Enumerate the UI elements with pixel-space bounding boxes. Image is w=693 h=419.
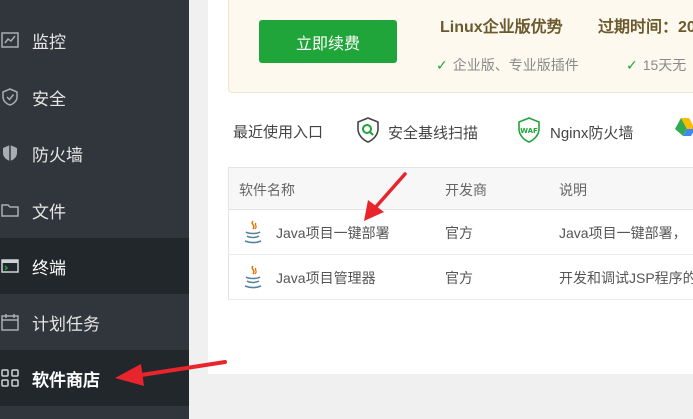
advantages-title: Linux企业版优势 xyxy=(440,19,563,36)
software-vendor: 官方 xyxy=(445,225,473,241)
calendar-icon xyxy=(0,312,20,332)
column-header-description[interactable]: 说明 xyxy=(559,180,587,200)
software-vendor: 官方 xyxy=(445,270,473,286)
sidebar-item-monitor[interactable]: 监控 xyxy=(0,12,189,68)
software-table: 软件名称 开发商 说明 Java项目一键部署 官方 Java项目一键部署， Ja… xyxy=(228,167,693,300)
terminal-icon xyxy=(0,256,20,276)
recent-entry-label: 最近使用入口 xyxy=(233,124,324,141)
recent-item-google-drive[interactable] xyxy=(674,117,693,141)
sidebar-item-app-store[interactable]: 软件商店 xyxy=(0,350,189,406)
sidebar-item-label: 防火墙 xyxy=(32,145,83,165)
sidebar-item-terminal[interactable]: 终端 xyxy=(0,238,189,294)
sidebar-item-firewall[interactable]: 防火墙 xyxy=(0,125,189,181)
software-description: Java项目一键部署， xyxy=(559,225,687,241)
recent-item-security-scan[interactable]: 安全基线扫描 xyxy=(356,117,478,147)
check-icon: ✓ xyxy=(626,56,638,73)
renew-button[interactable]: 立即续费 xyxy=(259,20,397,63)
waf-icon: WAF xyxy=(516,117,542,147)
java-icon xyxy=(243,264,263,290)
expire-time: 过期时间：20 xyxy=(598,19,693,36)
software-name[interactable]: Java项目管理器 xyxy=(276,268,376,288)
firewall-shield-icon xyxy=(0,143,20,163)
java-icon xyxy=(243,219,263,245)
software-name[interactable]: Java项目一键部署 xyxy=(276,223,390,243)
check-icon: ✓ xyxy=(436,56,448,73)
sidebar-item-label: 软件商店 xyxy=(32,370,100,390)
column-header-name[interactable]: 软件名称 xyxy=(239,180,295,200)
table-row[interactable]: Java项目一键部署 官方 Java项目一键部署， xyxy=(229,210,693,255)
sidebar-item-label: 终端 xyxy=(32,258,66,278)
folder-icon xyxy=(0,200,20,220)
recent-item-nginx-waf[interactable]: WAF Nginx防火墙 xyxy=(516,117,633,147)
sidebar-item-label: 文件 xyxy=(32,202,66,222)
recent-item-label: Nginx防火墙 xyxy=(550,124,634,142)
table-row[interactable]: Java项目管理器 官方 开发和调试JSP程序的 xyxy=(229,255,693,300)
table-header: 软件名称 开发商 说明 xyxy=(229,168,693,210)
recent-item-label: 安全基线扫描 xyxy=(388,124,479,142)
sidebar-item-label: 监控 xyxy=(32,32,66,52)
sidebar-item-label: 计划任务 xyxy=(32,314,100,334)
svg-text:WAF: WAF xyxy=(520,127,538,135)
grid-icon xyxy=(0,368,20,388)
google-drive-icon xyxy=(674,117,693,141)
feature-item: ✓ 15天无 xyxy=(626,55,686,75)
column-header-vendor[interactable]: 开发商 xyxy=(445,180,487,200)
feature-label: 企业版、专业版插件 xyxy=(452,57,579,73)
sidebar: 监控 安全 防火墙 文件 终端 计划任务 软件商店 xyxy=(0,0,189,419)
feature-label: 15天无 xyxy=(642,57,687,73)
monitor-icon xyxy=(0,30,20,50)
security-scan-icon xyxy=(356,117,380,147)
software-description: 开发和调试JSP程序的 xyxy=(559,270,693,286)
sidebar-item-security[interactable]: 安全 xyxy=(0,69,189,125)
sidebar-item-cron[interactable]: 计划任务 xyxy=(0,294,189,350)
feature-item: ✓ 企业版、专业版插件 xyxy=(436,55,579,75)
shield-icon xyxy=(0,87,20,107)
sidebar-item-files[interactable]: 文件 xyxy=(0,182,189,238)
sidebar-item-label: 安全 xyxy=(32,89,66,109)
